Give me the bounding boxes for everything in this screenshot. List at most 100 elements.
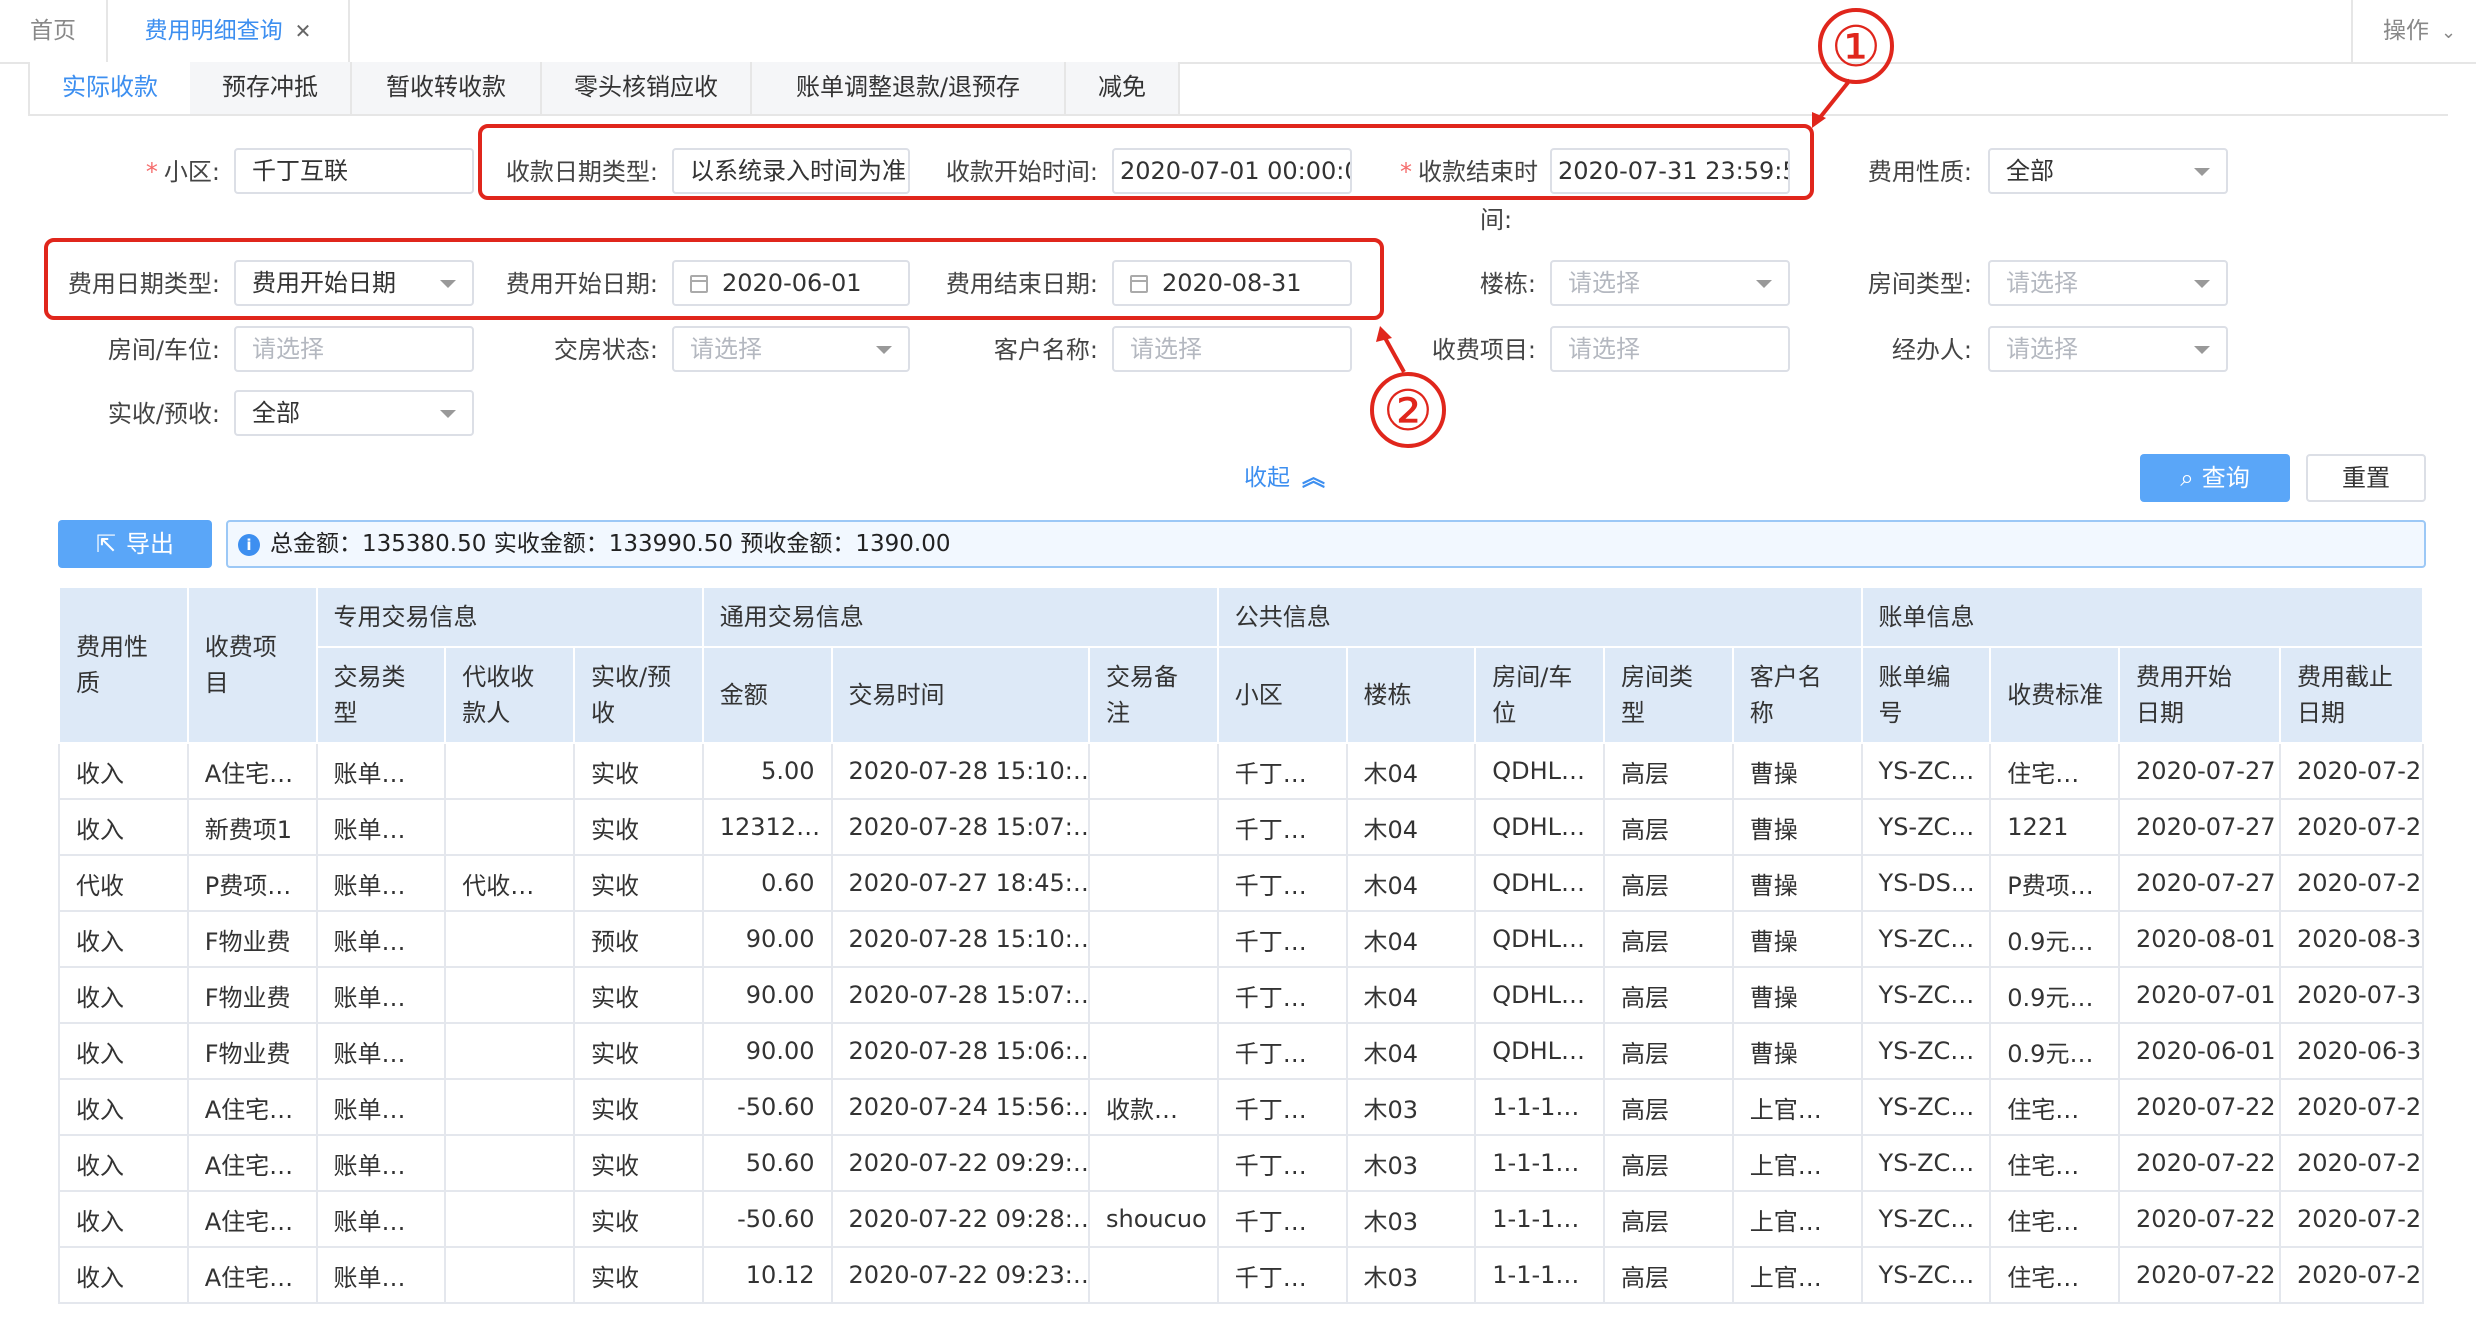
table-cell: 曹操	[1731, 910, 1863, 968]
col-room[interactable]: 房间/车位	[1474, 646, 1606, 744]
arrow-2-head	[1376, 326, 1392, 342]
table-cell: 实收	[573, 854, 704, 912]
annotation-arrows	[1376, 78, 1852, 373]
table-cell: QDHL…	[1474, 742, 1606, 800]
col-charge-standard[interactable]: 收费标准	[1989, 646, 2121, 744]
table-cell: 上官…	[1731, 1190, 1863, 1248]
table-cell: 2020-07-22	[2278, 1134, 2425, 1192]
col-agent-payee[interactable]: 代收收款人	[444, 646, 575, 744]
table-cell: 曹操	[1731, 742, 1863, 800]
table-row[interactable]: 收入 A住宅… 账单… 实收 -50.60 2020-07-24 15:56:… 收款… 千丁…	[58, 1078, 2425, 1136]
table-cell: 实收	[573, 1190, 704, 1248]
header-label: 楼栋	[1363, 681, 1412, 709]
col-trans-type[interactable]: 交易类型	[315, 646, 447, 744]
table-cell: 2020-07-22	[2118, 1190, 2281, 1248]
table-row[interactable]: 收入 A住宅… 账单… 实收 50.60 2020-07-22 09:29:… 千丁… 木03…	[58, 1134, 2425, 1192]
table-cell	[444, 1134, 575, 1192]
col-trans-time[interactable]: 交易时间	[830, 646, 1091, 744]
table-cell: 高层	[1603, 798, 1734, 856]
table-cell	[444, 910, 575, 968]
col-customer[interactable]: 客户名称	[1731, 646, 1863, 744]
table-cell: 10.12	[701, 1246, 833, 1304]
table-cell: shoucuo	[1088, 1190, 1219, 1248]
col-trans-remark[interactable]: 交易备注	[1088, 646, 1219, 744]
table-cell: 1-1-1…	[1474, 1134, 1606, 1192]
table-cell	[1088, 854, 1219, 912]
header-label: 费用性质	[76, 633, 148, 697]
col-actual-pre[interactable]: 实收/预收	[573, 646, 704, 744]
table-row[interactable]: 收入 A住宅… 账单… 实收 5.00 2020-07-28 15:10:… 千丁… 木04 Q…	[58, 742, 2425, 800]
table-cell: 实收	[573, 742, 704, 800]
table-row[interactable]: 收入 F物业费 账单… 预收 90.00 2020-07-28 15:10:… 千丁… 木04…	[58, 910, 2425, 968]
col-fee-end-date[interactable]: 费用截止日期	[2278, 646, 2425, 744]
table-cell: 住宅…	[1989, 1246, 2121, 1304]
table-cell: 2020-07-28 15:10:…	[830, 742, 1091, 800]
col-community[interactable]: 小区	[1216, 646, 1348, 744]
table-cell: A住宅…	[186, 742, 318, 800]
table-cell: 千丁…	[1216, 1190, 1348, 1248]
table-cell: 预收	[573, 910, 704, 968]
table-row[interactable]: 收入 A住宅… 账单… 实收 -50.60 2020-07-22 09:28:… shouc…	[58, 1190, 2425, 1248]
table-cell	[444, 966, 575, 1024]
table-cell: 高层	[1603, 910, 1734, 968]
table-cell: 千丁…	[1216, 910, 1348, 968]
table-cell	[444, 798, 575, 856]
table-row[interactable]: 代收 P费项… 账单… 代收… 实收 0.60 2020-07-27 18:45:… 千丁… 木…	[58, 854, 2425, 912]
table-cell	[444, 1246, 575, 1304]
table-cell: A住宅…	[186, 1134, 318, 1192]
table-cell: 1221	[1989, 798, 2121, 856]
summary-bar: i 总金额：135380.50 实收金额：133990.50 预收金额：1390.…	[226, 520, 2426, 568]
table-cell: 曹操	[1731, 966, 1863, 1024]
table-row[interactable]: 收入 新费项1 账单… 实收 12312… 2020-07-28 15:07:… 千丁… 木0…	[58, 798, 2425, 856]
col-charge-item[interactable]: 收费项目	[186, 586, 318, 744]
table-cell: 1-1-1…	[1474, 1078, 1606, 1136]
table-cell: 2020-07-27	[2278, 798, 2425, 856]
table-cell: 2020-06-30	[2278, 1022, 2425, 1080]
table-cell: 2020-07-28 15:07:…	[830, 798, 1091, 856]
table-cell: YS-ZC…	[1860, 798, 1992, 856]
table-cell: 50.60	[701, 1134, 833, 1192]
table-cell: 2020-07-22	[2278, 1190, 2425, 1248]
table-cell: YS-ZC…	[1860, 742, 1992, 800]
table-cell: 实收	[573, 1246, 704, 1304]
arrow-1-line	[1816, 78, 1852, 122]
table-cell: 2020-07-31	[2278, 966, 2425, 1024]
col-room-type[interactable]: 房间类型	[1603, 646, 1734, 744]
table-cell	[1088, 798, 1219, 856]
table-cell: 2020-07-27	[2118, 854, 2281, 912]
table-cell: QDHL…	[1474, 854, 1606, 912]
table-cell: 2020-07-22 09:28:…	[830, 1190, 1091, 1248]
table-cell: F物业费	[186, 966, 318, 1024]
table-cell	[1088, 742, 1219, 800]
header-label: 交易时间	[848, 681, 945, 709]
table-cell: 0.9元…	[1989, 966, 2121, 1024]
table-row[interactable]: 收入 F物业费 账单… 实收 90.00 2020-07-28 15:07:… 千丁… 木04…	[58, 966, 2425, 1024]
col-fee-nature[interactable]: 费用性质	[58, 586, 189, 744]
table-cell: A住宅…	[186, 1078, 318, 1136]
table-cell: QDHL…	[1474, 966, 1606, 1024]
header-label: 交易类型	[333, 663, 406, 727]
table-row[interactable]: 收入 F物业费 账单… 实收 90.00 2020-07-28 15:06:… 千丁… 木04…	[58, 1022, 2425, 1080]
header-label: 金额	[719, 681, 768, 709]
table-cell: 高层	[1603, 1078, 1734, 1136]
table-cell: -50.60	[701, 1190, 833, 1248]
table-cell	[444, 742, 575, 800]
table-cell: 代收…	[444, 854, 575, 912]
col-bill-no[interactable]: 账单编号	[1860, 646, 1992, 744]
table-cell: 收入	[58, 1078, 189, 1136]
col-building[interactable]: 楼栋	[1345, 646, 1477, 744]
table-cell: 木03	[1345, 1190, 1477, 1248]
col-amount[interactable]: 金额	[701, 646, 833, 744]
table-cell: QDHL…	[1474, 910, 1606, 968]
header-label: 账单编号	[1878, 663, 1951, 727]
table-cell: 收款…	[1088, 1078, 1219, 1136]
col-fee-start-date[interactable]: 费用开始日期	[2118, 646, 2281, 744]
table-cell: 千丁…	[1216, 742, 1348, 800]
export-button[interactable]: ⇱ 导出	[58, 520, 212, 568]
table-cell: 上官…	[1731, 1134, 1863, 1192]
table-cell: 2020-07-28 15:07:…	[830, 966, 1091, 1024]
table-cell: 2020-07-01	[2118, 966, 2281, 1024]
table-cell: 木04	[1345, 854, 1477, 912]
table-cell: 木04	[1345, 966, 1477, 1024]
table-row[interactable]: 收入 A住宅… 账单… 实收 10.12 2020-07-22 09:23:… 千丁… 木03…	[58, 1246, 2425, 1304]
